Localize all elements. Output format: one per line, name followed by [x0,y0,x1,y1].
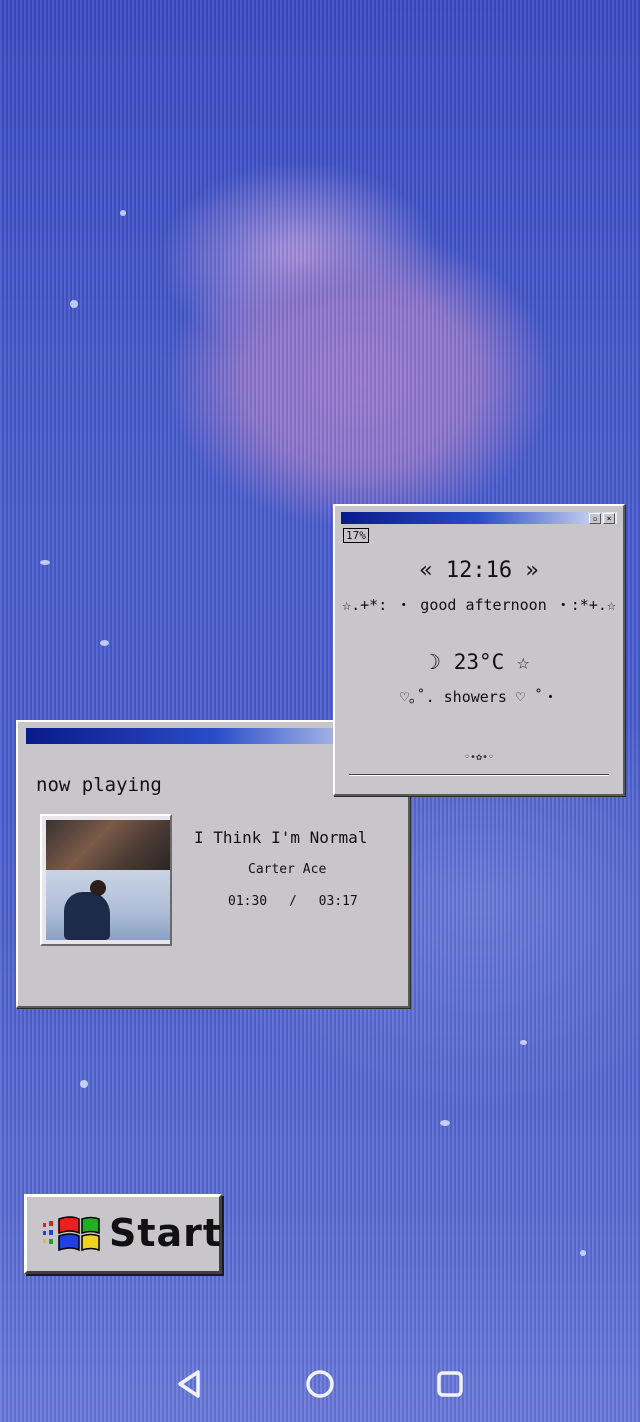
time-separator: / [288,894,297,909]
wallpaper-speck [120,210,126,216]
wallpaper-speck [520,1040,527,1045]
temperature: ☽ 23°C ☆ [428,650,530,674]
album-cover[interactable] [40,814,172,946]
track-time: 01:30 / 03:17 [228,894,438,909]
divider-line [349,774,609,776]
clock-weather-titlebar[interactable]: ▫ × [341,512,617,524]
wallpaper-speck [440,1120,450,1126]
album-art-image [46,820,170,940]
track-title: I Think I'm Normal [194,828,368,847]
clock-weather-window[interactable]: ▫ × 17% « 12:16 » ☆.+*: ・ good afternoon… [333,504,625,796]
clock-time: « 12:16 » [419,558,539,583]
close-icon[interactable]: × [603,513,615,524]
wallpaper-speck [80,1080,88,1088]
track-duration: 03:17 [318,894,358,909]
recents-icon[interactable] [432,1366,468,1402]
weather-condition: ♡｡˚. showers ♡ ˚・ [400,688,558,706]
back-icon[interactable] [172,1366,208,1402]
now-playing-heading: now playing [36,774,162,796]
wallpaper-speck [70,300,78,308]
home-icon[interactable] [302,1366,338,1402]
maximize-icon[interactable]: ▫ [589,513,601,524]
start-label: Start [109,1211,223,1255]
ornament-divider: ◦•✿•◦ [463,752,495,763]
wallpaper-speck [100,640,109,646]
start-button[interactable]: Start [24,1194,222,1274]
wallpaper-speck [580,1250,586,1256]
elapsed-time: 01:30 [228,894,268,909]
navigation-bar [0,1346,640,1422]
greeting-text: ☆.+*: ・ good afternoon ・:*+.☆ [342,596,616,614]
windows-logo-icon [43,1216,100,1252]
battery-indicator: 17% [343,528,369,543]
wallpaper-speck [40,560,50,565]
track-artist: Carter Ace [248,862,327,877]
